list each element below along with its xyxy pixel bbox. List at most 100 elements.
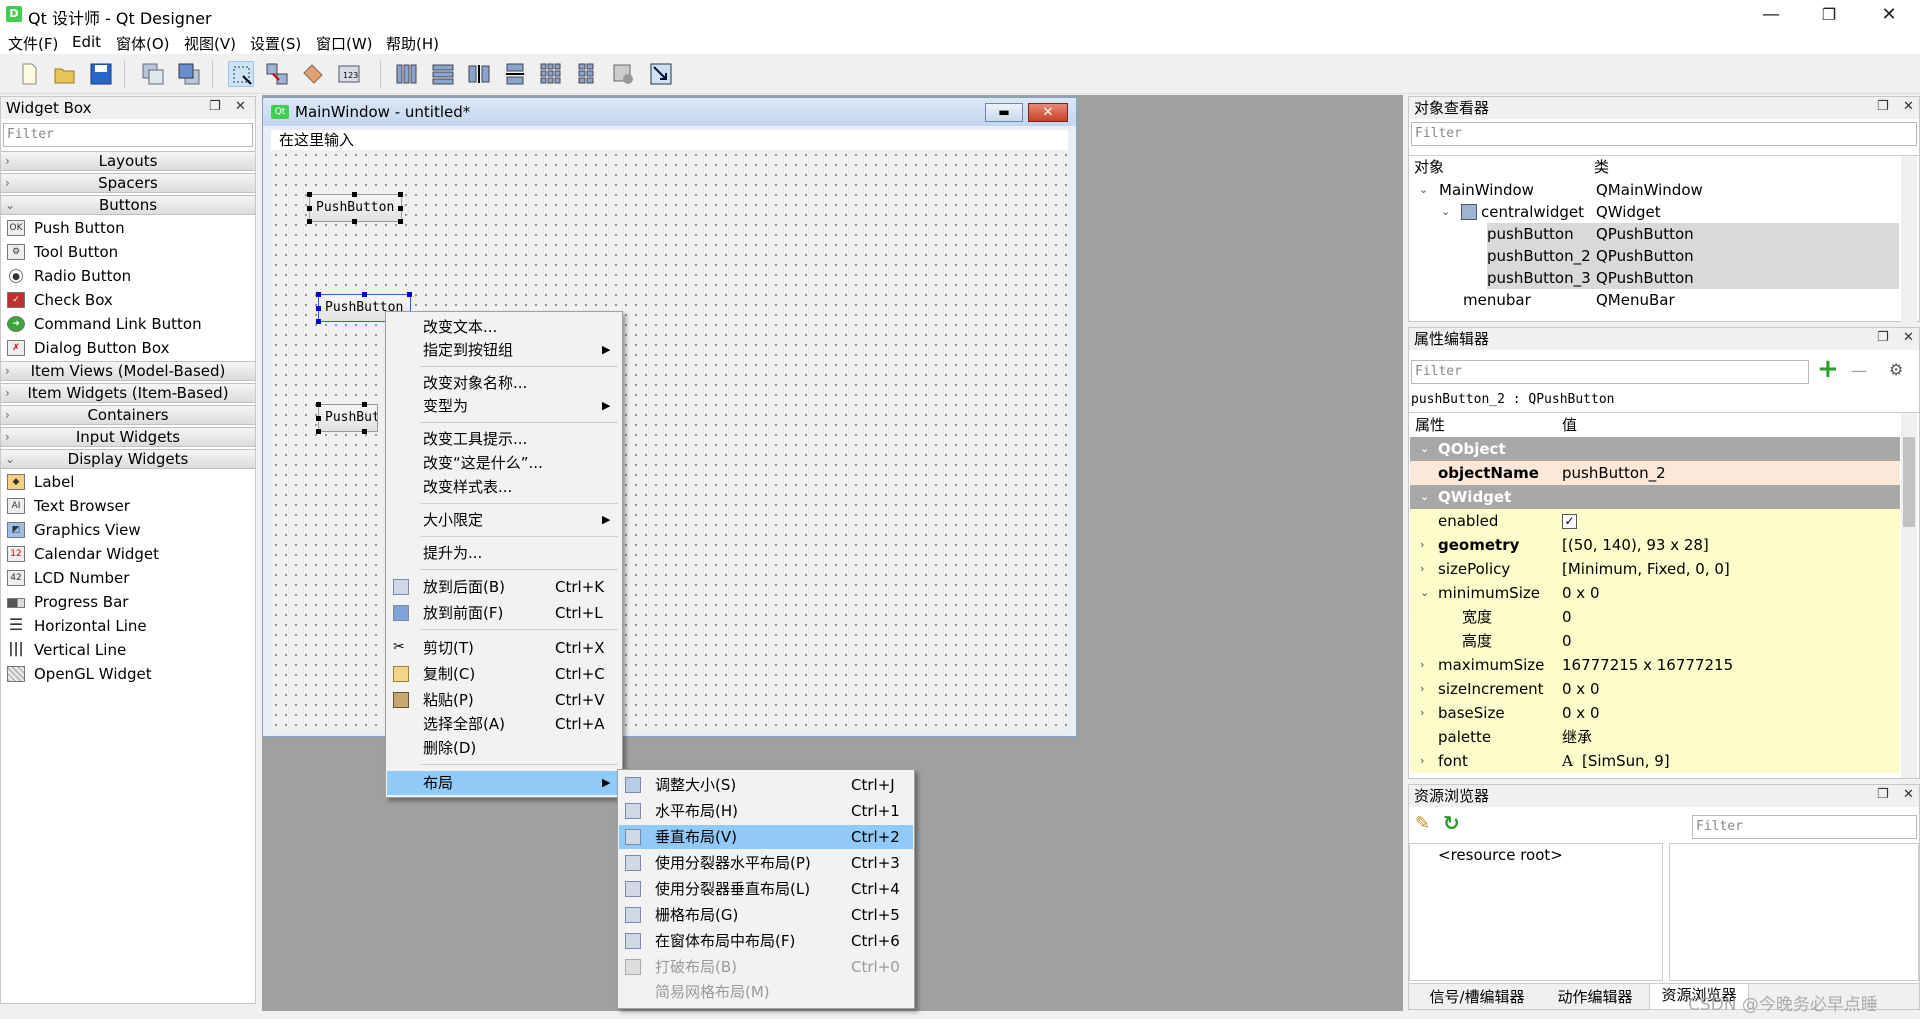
property-scrollbar[interactable] — [1901, 413, 1917, 778]
tree-row-pushbutton[interactable]: pushButton QPushButton — [1487, 223, 1899, 245]
menu-edit[interactable]: Edit — [72, 33, 101, 51]
widget-vertical-line[interactable]: ||| Vertical Line — [7, 639, 126, 661]
property-filter-input[interactable]: Filter — [1411, 360, 1809, 384]
menu-morph-into[interactable]: 变型为 ▶ — [387, 394, 621, 418]
dock-close-icon[interactable]: ✕ — [1903, 99, 1914, 114]
edit-signals-slots-icon[interactable] — [264, 61, 290, 87]
tree-row-pushbutton-3[interactable]: pushButton_3 QPushButton — [1487, 267, 1899, 289]
send-to-back-icon[interactable] — [140, 61, 166, 87]
dock-close-icon[interactable]: ✕ — [235, 99, 246, 114]
break-layout-icon[interactable] — [610, 61, 636, 87]
menu-adjust-size[interactable]: 调整大小(S) Ctrl+J — [619, 773, 913, 797]
open-folder-icon[interactable] — [52, 61, 78, 87]
menu-layout-form[interactable]: 在窗体布局中布局(F) Ctrl+6 — [619, 929, 913, 953]
menu-change-object-name[interactable]: 改变对象名称... — [387, 371, 621, 395]
reload-icon[interactable]: ↻ — [1443, 811, 1460, 835]
adjust-size-icon[interactable] — [648, 61, 674, 87]
tab-signal-slot-editor[interactable]: 信号/槽编辑器 — [1413, 986, 1541, 1008]
group-qobject[interactable]: ⌄ QObject — [1410, 437, 1900, 461]
menu-settings[interactable]: 设置(S) — [250, 33, 301, 54]
menu-layout-grid[interactable]: 栅格布局(G) Ctrl+5 — [619, 903, 913, 927]
bring-to-front-icon[interactable] — [176, 61, 202, 87]
layout-vertical-icon[interactable] — [430, 61, 456, 87]
remove-property-icon[interactable]: — — [1851, 361, 1867, 380]
layout-grid-icon[interactable] — [538, 61, 564, 87]
prop-font[interactable]: › font A [SimSun, 9] — [1410, 749, 1900, 773]
resource-root[interactable]: <resource root> — [1438, 846, 1563, 864]
layout-form-icon[interactable] — [574, 61, 600, 87]
menu-form[interactable]: 窗体(O) — [116, 33, 170, 54]
menu-bring-to-front[interactable]: 放到前面(F) Ctrl+L — [387, 601, 621, 625]
category-item-views[interactable]: › Item Views (Model-Based) — [1, 361, 255, 381]
category-item-widgets[interactable]: › Item Widgets (Item-Based) — [1, 383, 255, 403]
prop-min-height[interactable]: 高度 0 — [1410, 629, 1900, 653]
prop-sizeincrement[interactable]: › sizeIncrement 0 x 0 — [1410, 677, 1900, 701]
object-filter-input[interactable]: Filter — [1411, 122, 1917, 146]
resource-tree[interactable]: <resource root> — [1409, 843, 1663, 981]
prop-maximumsize[interactable]: › maximumSize 16777215 x 16777215 — [1410, 653, 1900, 677]
form-close-button[interactable]: ✕ — [1028, 103, 1068, 122]
menu-delete[interactable]: 删除(D) — [387, 736, 621, 760]
widget-lcd-number[interactable]: 42 LCD Number — [7, 567, 129, 589]
edit-tab-order-icon[interactable]: 123 — [336, 61, 362, 87]
menu-layout-vertical[interactable]: 垂直布局(V) Ctrl+2 — [619, 825, 913, 849]
widget-filter-input[interactable]: Filter — [3, 123, 253, 147]
menu-promote-to[interactable]: 提升为... — [387, 541, 621, 565]
menu-cut[interactable]: ✂ 剪切(T) Ctrl+X — [387, 636, 621, 660]
push-button-1[interactable]: PushButton — [309, 194, 402, 222]
widget-check-box[interactable]: ✓ Check Box — [7, 289, 113, 311]
new-file-icon[interactable] — [16, 61, 42, 87]
widget-push-button[interactable]: OK Push Button — [7, 217, 125, 239]
push-button-3[interactable]: PushButt — [318, 404, 378, 432]
maximize-button[interactable]: ❐ — [1806, 0, 1852, 30]
layout-v-splitter-icon[interactable] — [502, 61, 528, 87]
edit-resources-icon[interactable]: ✎ — [1415, 813, 1430, 834]
category-buttons[interactable]: ⌄ Buttons — [1, 195, 255, 215]
widget-calendar[interactable]: 12 Calendar Widget — [7, 543, 159, 565]
tree-row-pushbutton-2[interactable]: pushButton_2 QPushButton — [1487, 245, 1899, 267]
edit-buddies-icon[interactable] — [300, 61, 326, 87]
prop-palette[interactable]: palette 继承 — [1410, 725, 1900, 749]
menu-assign-button-group[interactable]: 指定到按钮组 ▶ — [387, 338, 621, 362]
resource-filter-input[interactable]: Filter — [1692, 815, 1917, 839]
menu-layout-horizontal[interactable]: 水平布局(H) Ctrl+1 — [619, 799, 913, 823]
prop-enabled[interactable]: enabled ✓ — [1410, 509, 1900, 533]
dock-close-icon[interactable]: ✕ — [1903, 330, 1914, 345]
widget-horizontal-line[interactable]: ☰ Horizontal Line — [7, 615, 147, 637]
menu-file[interactable]: 文件(F) — [8, 33, 58, 54]
prop-objectname[interactable]: objectName pushButton_2 — [1410, 461, 1900, 485]
menu-view[interactable]: 视图(V) — [184, 33, 236, 54]
menu-select-all[interactable]: 选择全部(A) Ctrl+A — [387, 712, 621, 736]
menu-size-constraints[interactable]: 大小限定 ▶ — [387, 508, 621, 532]
menu-layout-h-splitter[interactable]: 使用分裂器水平布局(P) Ctrl+3 — [619, 851, 913, 875]
layout-h-splitter-icon[interactable] — [466, 61, 492, 87]
menu-change-text[interactable]: 改变文本... — [387, 315, 621, 339]
object-tree-scrollbar[interactable] — [1901, 156, 1917, 322]
widget-tool-button[interactable]: ⚙ Tool Button — [7, 241, 118, 263]
menu-layout-v-splitter[interactable]: 使用分裂器垂直布局(L) Ctrl+4 — [619, 877, 913, 901]
tab-action-editor[interactable]: 动作编辑器 — [1545, 986, 1645, 1008]
wrench-icon[interactable]: ⚙ — [1889, 360, 1903, 379]
menu-change-tooltip[interactable]: 改变工具提示... — [387, 427, 621, 451]
category-input-widgets[interactable]: › Input Widgets — [1, 427, 255, 447]
save-icon[interactable] — [88, 61, 114, 87]
prop-min-width[interactable]: 宽度 0 — [1410, 605, 1900, 629]
menu-window[interactable]: 窗口(W) — [316, 33, 373, 54]
form-minimize-button[interactable]: ▬ — [985, 103, 1023, 122]
form-menu-placeholder[interactable]: 在这里输入 — [271, 130, 1068, 150]
menu-change-whats-this[interactable]: 改变“这是什么”... — [387, 451, 621, 475]
add-property-icon[interactable]: + — [1817, 354, 1839, 384]
menu-change-stylesheet[interactable]: 改变样式表... — [387, 475, 621, 499]
widget-label[interactable]: ◆ Label — [7, 471, 74, 493]
resource-list[interactable] — [1669, 843, 1919, 981]
widget-opengl[interactable]: OpenGL Widget — [7, 663, 152, 685]
tree-row-mainwindow[interactable]: ⌄ MainWindow QMainWindow — [1409, 179, 1899, 201]
category-display-widgets[interactable]: ⌄ Display Widgets — [1, 449, 255, 469]
menu-copy[interactable]: 复制(C) Ctrl+C — [387, 662, 621, 686]
category-containers[interactable]: › Containers — [1, 405, 255, 425]
layout-horizontal-icon[interactable] — [394, 61, 420, 87]
prop-basesize[interactable]: › baseSize 0 x 0 — [1410, 701, 1900, 725]
category-spacers[interactable]: › Spacers — [1, 173, 255, 193]
menu-paste[interactable]: 粘贴(P) Ctrl+V — [387, 688, 621, 712]
tree-row-centralwidget[interactable]: ⌄ centralwidget QWidget — [1409, 201, 1899, 223]
